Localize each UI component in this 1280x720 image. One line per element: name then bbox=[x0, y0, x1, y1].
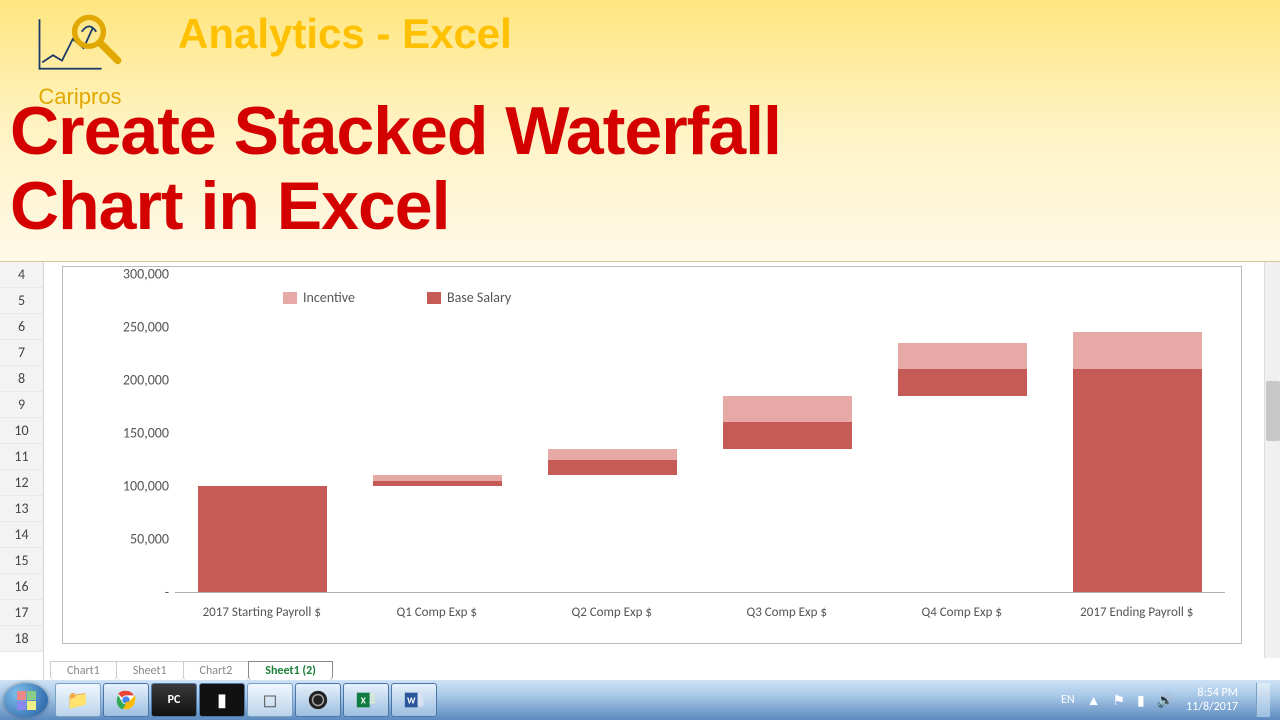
windows-taskbar[interactable]: 📁 PC ▮ ◻ X W EN ▲ ⚑ ▮ 🔊 8:54 PM 11/8/201… bbox=[0, 680, 1280, 720]
bar-segment-base-salary bbox=[723, 422, 853, 449]
system-tray[interactable]: EN ▲ ⚑ ▮ 🔊 8:54 PM 11/8/2017 bbox=[1061, 683, 1276, 717]
x-axis-tick-label: Q3 Comp Exp $ bbox=[702, 605, 872, 620]
sheet-tab[interactable]: Sheet1 (2) bbox=[248, 661, 333, 680]
row-header[interactable]: 18 bbox=[0, 626, 43, 652]
x-axis-tick-label: Q4 Comp Exp $ bbox=[877, 605, 1047, 620]
chart-object[interactable]: Incentive Base Salary -50,000100,000150,… bbox=[62, 266, 1242, 644]
clock-time: 8:54 PM bbox=[1186, 686, 1238, 700]
language-indicator[interactable]: EN bbox=[1061, 693, 1075, 707]
row-header[interactable]: 17 bbox=[0, 600, 43, 626]
volume-icon[interactable]: 🔊 bbox=[1157, 692, 1174, 709]
y-axis-tick-label: 250,000 bbox=[105, 319, 175, 336]
taskbar-file-explorer[interactable]: 📁 bbox=[55, 683, 101, 717]
y-axis-tick-label: 100,000 bbox=[105, 478, 175, 495]
row-header[interactable]: 13 bbox=[0, 496, 43, 522]
row-header[interactable]: 5 bbox=[0, 288, 43, 314]
taskbar-obs[interactable] bbox=[295, 683, 341, 717]
title-banner: Caripros Analytics - Excel Create Stacke… bbox=[0, 0, 1280, 262]
obs-icon bbox=[307, 689, 329, 711]
vertical-scrollbar[interactable] bbox=[1264, 262, 1280, 658]
bar-segment-blank bbox=[548, 475, 678, 592]
sheet-tab[interactable]: Sheet1 bbox=[116, 661, 184, 680]
chart-plot-area: -50,000100,000150,000200,000250,000300,0… bbox=[175, 275, 1225, 593]
word-icon: W bbox=[403, 689, 425, 711]
sheet-tab[interactable]: Chart1 bbox=[50, 661, 117, 680]
bar-column bbox=[1073, 274, 1203, 592]
y-axis-tick-label: 150,000 bbox=[105, 425, 175, 442]
show-desktop-button[interactable] bbox=[1256, 683, 1270, 717]
x-axis-tick-label: Q1 Comp Exp $ bbox=[352, 605, 522, 620]
sheet-tabs[interactable]: Chart1Sheet1Chart2Sheet1 (2) bbox=[50, 658, 1250, 680]
bar-segment-incentive bbox=[373, 475, 503, 480]
windows-logo-icon bbox=[17, 691, 36, 710]
chrome-icon bbox=[115, 689, 137, 711]
taskbar-pycharm[interactable]: PC bbox=[151, 683, 197, 717]
clock-date: 11/8/2017 bbox=[1186, 700, 1238, 714]
bar-segment-incentive bbox=[723, 396, 853, 423]
taskbar-word[interactable]: W bbox=[391, 683, 437, 717]
bar-segment-incentive bbox=[898, 343, 1028, 370]
action-center-icon[interactable]: ▲ bbox=[1087, 692, 1101, 709]
bar-segment-base-salary bbox=[1073, 369, 1203, 592]
y-axis-tick-label: 200,000 bbox=[105, 372, 175, 389]
spreadsheet-area: 456789101112131415161718 Incentive Base … bbox=[0, 262, 1280, 680]
row-header[interactable]: 16 bbox=[0, 574, 43, 600]
y-axis-tick-label: 50,000 bbox=[105, 531, 175, 548]
bar-segment-base-salary bbox=[898, 369, 1028, 396]
bar-segment-base-salary bbox=[548, 460, 678, 476]
row-header[interactable]: 11 bbox=[0, 444, 43, 470]
scrollbar-thumb[interactable] bbox=[1266, 381, 1280, 441]
tray-clock[interactable]: 8:54 PM 11/8/2017 bbox=[1186, 686, 1238, 715]
x-axis-tick-label: Q2 Comp Exp $ bbox=[527, 605, 697, 620]
row-header[interactable]: 14 bbox=[0, 522, 43, 548]
sheet-tab[interactable]: Chart2 bbox=[183, 661, 250, 680]
bar-column bbox=[898, 274, 1028, 592]
bar-segment-incentive bbox=[1073, 332, 1203, 369]
bar-column bbox=[198, 274, 328, 592]
row-header[interactable]: 6 bbox=[0, 314, 43, 340]
network-icon[interactable]: ▮ bbox=[1137, 692, 1145, 709]
title-line-2: Chart in Excel bbox=[10, 168, 450, 244]
flag-icon[interactable]: ⚑ bbox=[1112, 692, 1125, 709]
row-header[interactable]: 4 bbox=[0, 262, 43, 288]
row-header[interactable]: 7 bbox=[0, 340, 43, 366]
banner-title: Create Stacked Waterfall Chart in Excel bbox=[10, 94, 781, 244]
taskbar-chrome[interactable] bbox=[103, 683, 149, 717]
bar-segment-blank bbox=[898, 396, 1028, 592]
chart-container[interactable]: Incentive Base Salary -50,000100,000150,… bbox=[44, 262, 1280, 680]
x-axis-tick-label: 2017 Ending Payroll $ bbox=[1052, 605, 1222, 620]
start-button[interactable] bbox=[4, 683, 48, 717]
row-header[interactable]: 12 bbox=[0, 470, 43, 496]
taskbar-excel[interactable]: X bbox=[343, 683, 389, 717]
title-line-1: Create Stacked Waterfall bbox=[10, 93, 781, 169]
row-header[interactable]: 8 bbox=[0, 366, 43, 392]
bar-column bbox=[548, 274, 678, 592]
svg-text:W: W bbox=[407, 696, 416, 707]
bar-column bbox=[373, 274, 503, 592]
bar-column bbox=[723, 274, 853, 592]
y-axis-tick-label: - bbox=[105, 584, 175, 601]
x-axis-tick-label: 2017 Starting Payroll $ bbox=[177, 605, 347, 620]
row-header[interactable]: 15 bbox=[0, 548, 43, 574]
bar-segment-incentive bbox=[548, 449, 678, 460]
bar-segment-base-salary bbox=[198, 486, 328, 592]
y-axis-tick-label: 300,000 bbox=[105, 266, 175, 283]
taskbar-app-gray[interactable]: ◻ bbox=[247, 683, 293, 717]
row-header[interactable]: 9 bbox=[0, 392, 43, 418]
row-headers: 456789101112131415161718 bbox=[0, 262, 44, 680]
banner-subtitle: Analytics - Excel bbox=[178, 10, 512, 58]
excel-icon: X bbox=[355, 689, 377, 711]
bar-segment-base-salary bbox=[373, 481, 503, 486]
analytics-magnifier-icon bbox=[35, 12, 125, 84]
taskbar-terminal[interactable]: ▮ bbox=[199, 683, 245, 717]
bar-segment-blank bbox=[373, 486, 503, 592]
bar-segment-blank bbox=[723, 449, 853, 592]
row-header[interactable]: 10 bbox=[0, 418, 43, 444]
